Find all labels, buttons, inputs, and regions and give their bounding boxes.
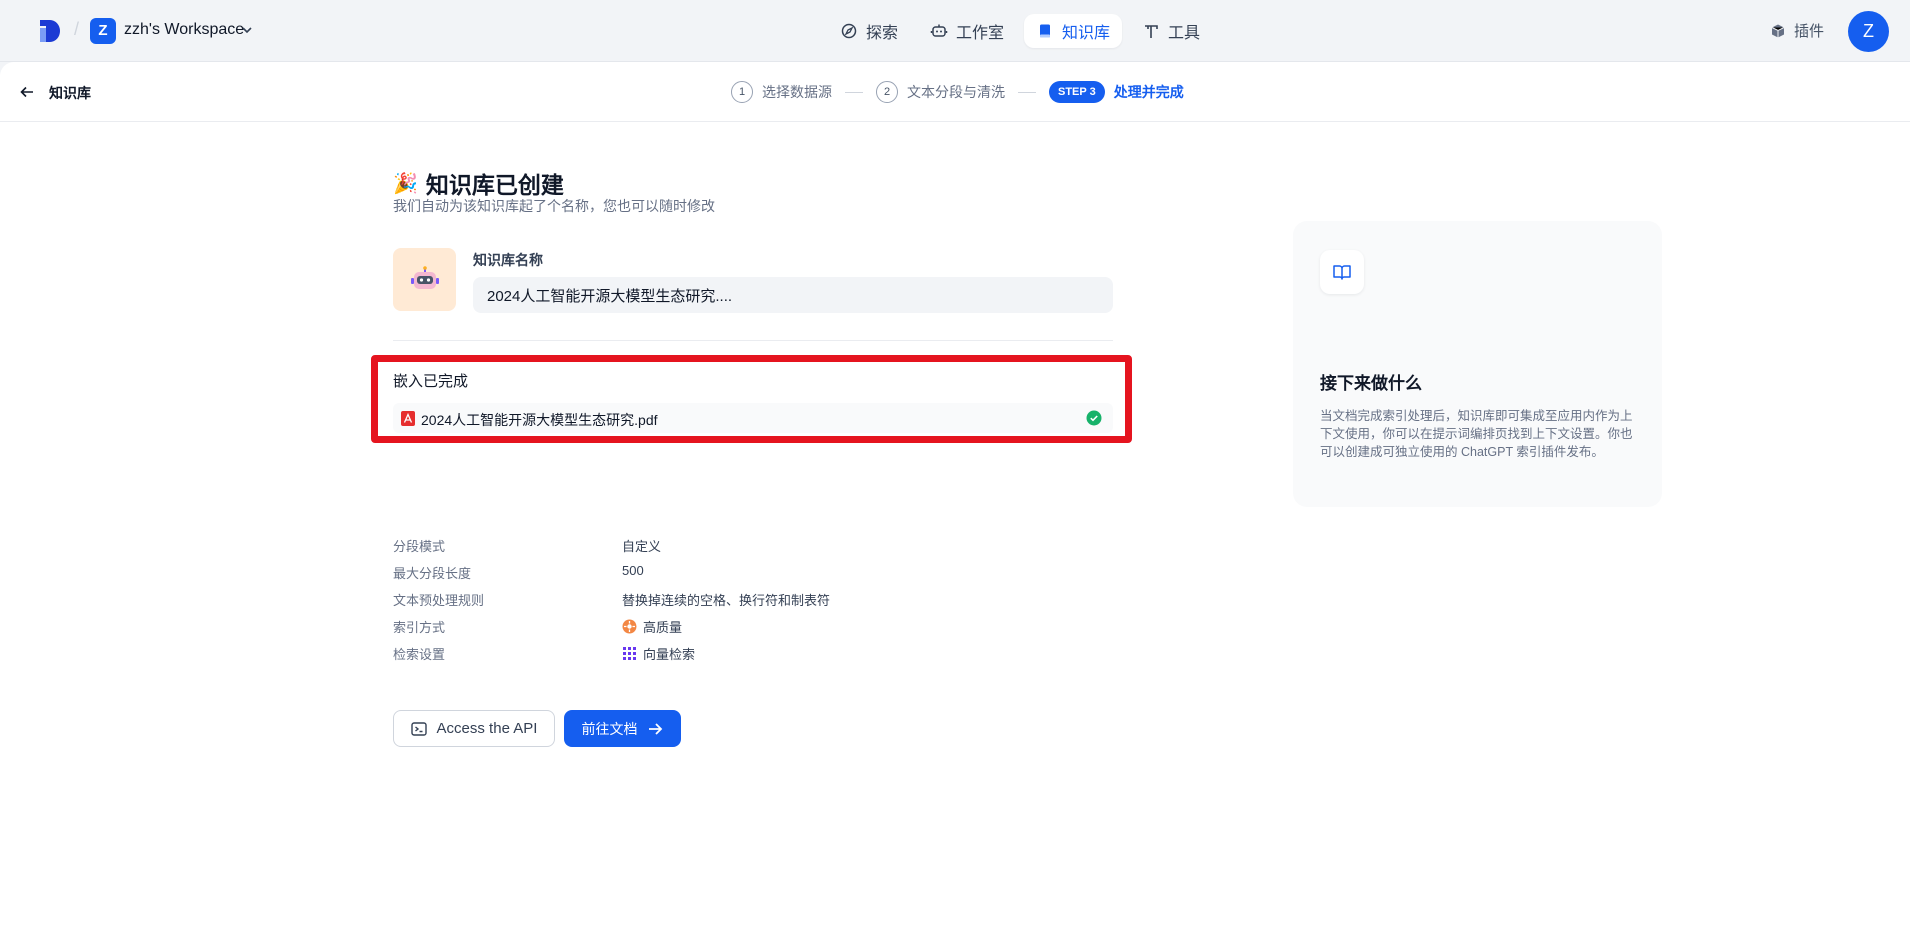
embedding-status-title: 嵌入已完成: [393, 373, 469, 390]
property-value: 500: [622, 563, 644, 578]
access-api-label: Access the API: [436, 720, 538, 737]
app-logo-icon[interactable]: [38, 18, 62, 44]
next-steps-title: 接下来做什么: [1320, 374, 1422, 393]
pdf-file-icon: [401, 411, 415, 426]
property-value: 自定义: [622, 536, 661, 555]
go-to-documents-label: 前往文档: [581, 720, 638, 737]
page-title-row: 🎉 知识库已创建: [393, 166, 564, 200]
access-api-button[interactable]: Access the API: [393, 710, 555, 747]
high-quality-icon: [622, 619, 637, 634]
workspace-avatar[interactable]: Z: [90, 18, 116, 44]
file-name: 2024人工智能开源大模型生态研究.pdf: [421, 412, 658, 428]
property-key: 文本预处理规则: [393, 593, 485, 608]
property-row: 索引方式 高质量: [393, 617, 893, 644]
terminal-icon: [410, 721, 427, 736]
step-1-number: 1: [731, 81, 753, 103]
robot-avatar-icon: [411, 266, 439, 289]
check-circle-icon: [1086, 410, 1102, 426]
side-icon-box: [1320, 250, 1364, 294]
property-value-text: 高质量: [643, 620, 683, 635]
sub-header: 知识库 1 选择数据源 2 文本分段与清洗 STEP 3 处理并完成: [0, 62, 1910, 122]
property-value: 高质量: [622, 617, 682, 636]
plugins-label: 插件: [1794, 23, 1825, 40]
next-steps-description: 当文档完成索引处理后，知识库即可集成至应用内作为上下文使用，你可以在提示词编排页…: [1320, 409, 1633, 459]
property-value-text: 向量检索: [643, 647, 696, 662]
compass-icon: [841, 23, 857, 39]
main-nav: 探索 工作室 知识库 工具: [828, 14, 1212, 48]
knowledge-base-avatar[interactable]: [393, 248, 456, 311]
step-divider: [1018, 91, 1036, 93]
party-popper-icon: 🎉: [393, 172, 418, 195]
kb-name-input[interactable]: [473, 277, 1113, 313]
nav-tools[interactable]: 工具: [1130, 14, 1212, 48]
property-key: 索引方式: [393, 620, 446, 635]
nav-knowledge[interactable]: 知识库: [1024, 14, 1123, 48]
nav-studio-label: 工作室: [956, 25, 1005, 42]
property-key: 最大分段长度: [393, 566, 472, 581]
property-value-text: 自定义: [622, 539, 662, 554]
workspace-name[interactable]: zzh's Workspace: [124, 21, 244, 39]
page-subtitle: 我们自动为该知识库起了个名称，您也可以随时修改: [393, 198, 715, 214]
arrow-left-icon[interactable]: [19, 84, 35, 100]
step-3-label: 处理并完成: [1113, 84, 1184, 100]
book-icon: [1040, 24, 1051, 38]
nav-studio[interactable]: 工作室: [918, 14, 1016, 48]
breadcrumb-separator: /: [74, 19, 80, 39]
hammer-icon: [1145, 25, 1158, 38]
go-to-documents-button[interactable]: 前往文档: [564, 710, 681, 747]
nav-explore[interactable]: 探索: [828, 14, 910, 48]
vector-search-icon: [623, 647, 636, 660]
step-indicator: 1 选择数据源 2 文本分段与清洗 STEP 3 处理并完成: [731, 80, 1184, 104]
property-row: 分段模式 自定义: [393, 536, 893, 563]
plugins-button[interactable]: 插件: [1770, 20, 1824, 41]
property-row: 检索设置 向量检索: [393, 644, 893, 671]
back-to-knowledge-link[interactable]: 知识库: [49, 83, 91, 103]
file-list-item[interactable]: 2024人工智能开源大模型生态研究.pdf: [393, 403, 1113, 433]
property-key: 分段模式: [393, 539, 446, 554]
property-value-text: 替换掉连续的空格、换行符和制表符: [622, 593, 831, 608]
user-avatar[interactable]: Z: [1848, 11, 1889, 52]
step-divider: [845, 91, 863, 93]
step-2-label: 文本分段与清洗: [907, 84, 1005, 100]
property-row: 文本预处理规则 替换掉连续的空格、换行符和制表符: [393, 590, 893, 617]
processing-properties: 分段模式 自定义 最大分段长度 500 文本预处理规则 替换掉连续的空格、换行符…: [393, 536, 893, 671]
kb-name-label: 知识库名称: [473, 252, 543, 268]
property-value: 替换掉连续的空格、换行符和制表符: [622, 590, 830, 609]
step-1-label: 选择数据源: [762, 84, 832, 100]
next-steps-card: 接下来做什么 当文档完成索引处理后，知识库即可集成至应用内作为上下文使用，你可以…: [1293, 221, 1662, 507]
property-value: 向量检索: [622, 644, 695, 663]
open-book-icon: [1333, 265, 1351, 280]
property-value-text: 500: [622, 563, 644, 578]
main-panel: 知识库 1 选择数据源 2 文本分段与清洗 STEP 3 处理并完成 🎉 知识库…: [0, 62, 1910, 944]
property-row: 最大分段长度 500: [393, 563, 893, 590]
property-key: 检索设置: [393, 647, 446, 662]
step-3-badge: STEP 3: [1049, 81, 1105, 103]
top-nav-bar: / Z zzh's Workspace 探索 工作室 知识库 工具 插件 Z: [0, 0, 1910, 62]
nav-knowledge-label: 知识库: [1062, 25, 1111, 42]
arrow-right-icon: [648, 722, 662, 735]
robot-icon: [930, 24, 948, 37]
step-2-number: 2: [876, 81, 898, 103]
section-divider: [393, 340, 1113, 341]
chevron-down-icon[interactable]: [241, 24, 253, 36]
page-title: 知识库已创建: [425, 172, 564, 198]
cube-icon: [1771, 24, 1785, 37]
nav-tools-label: 工具: [1168, 25, 1201, 42]
nav-explore-label: 探索: [866, 25, 899, 42]
